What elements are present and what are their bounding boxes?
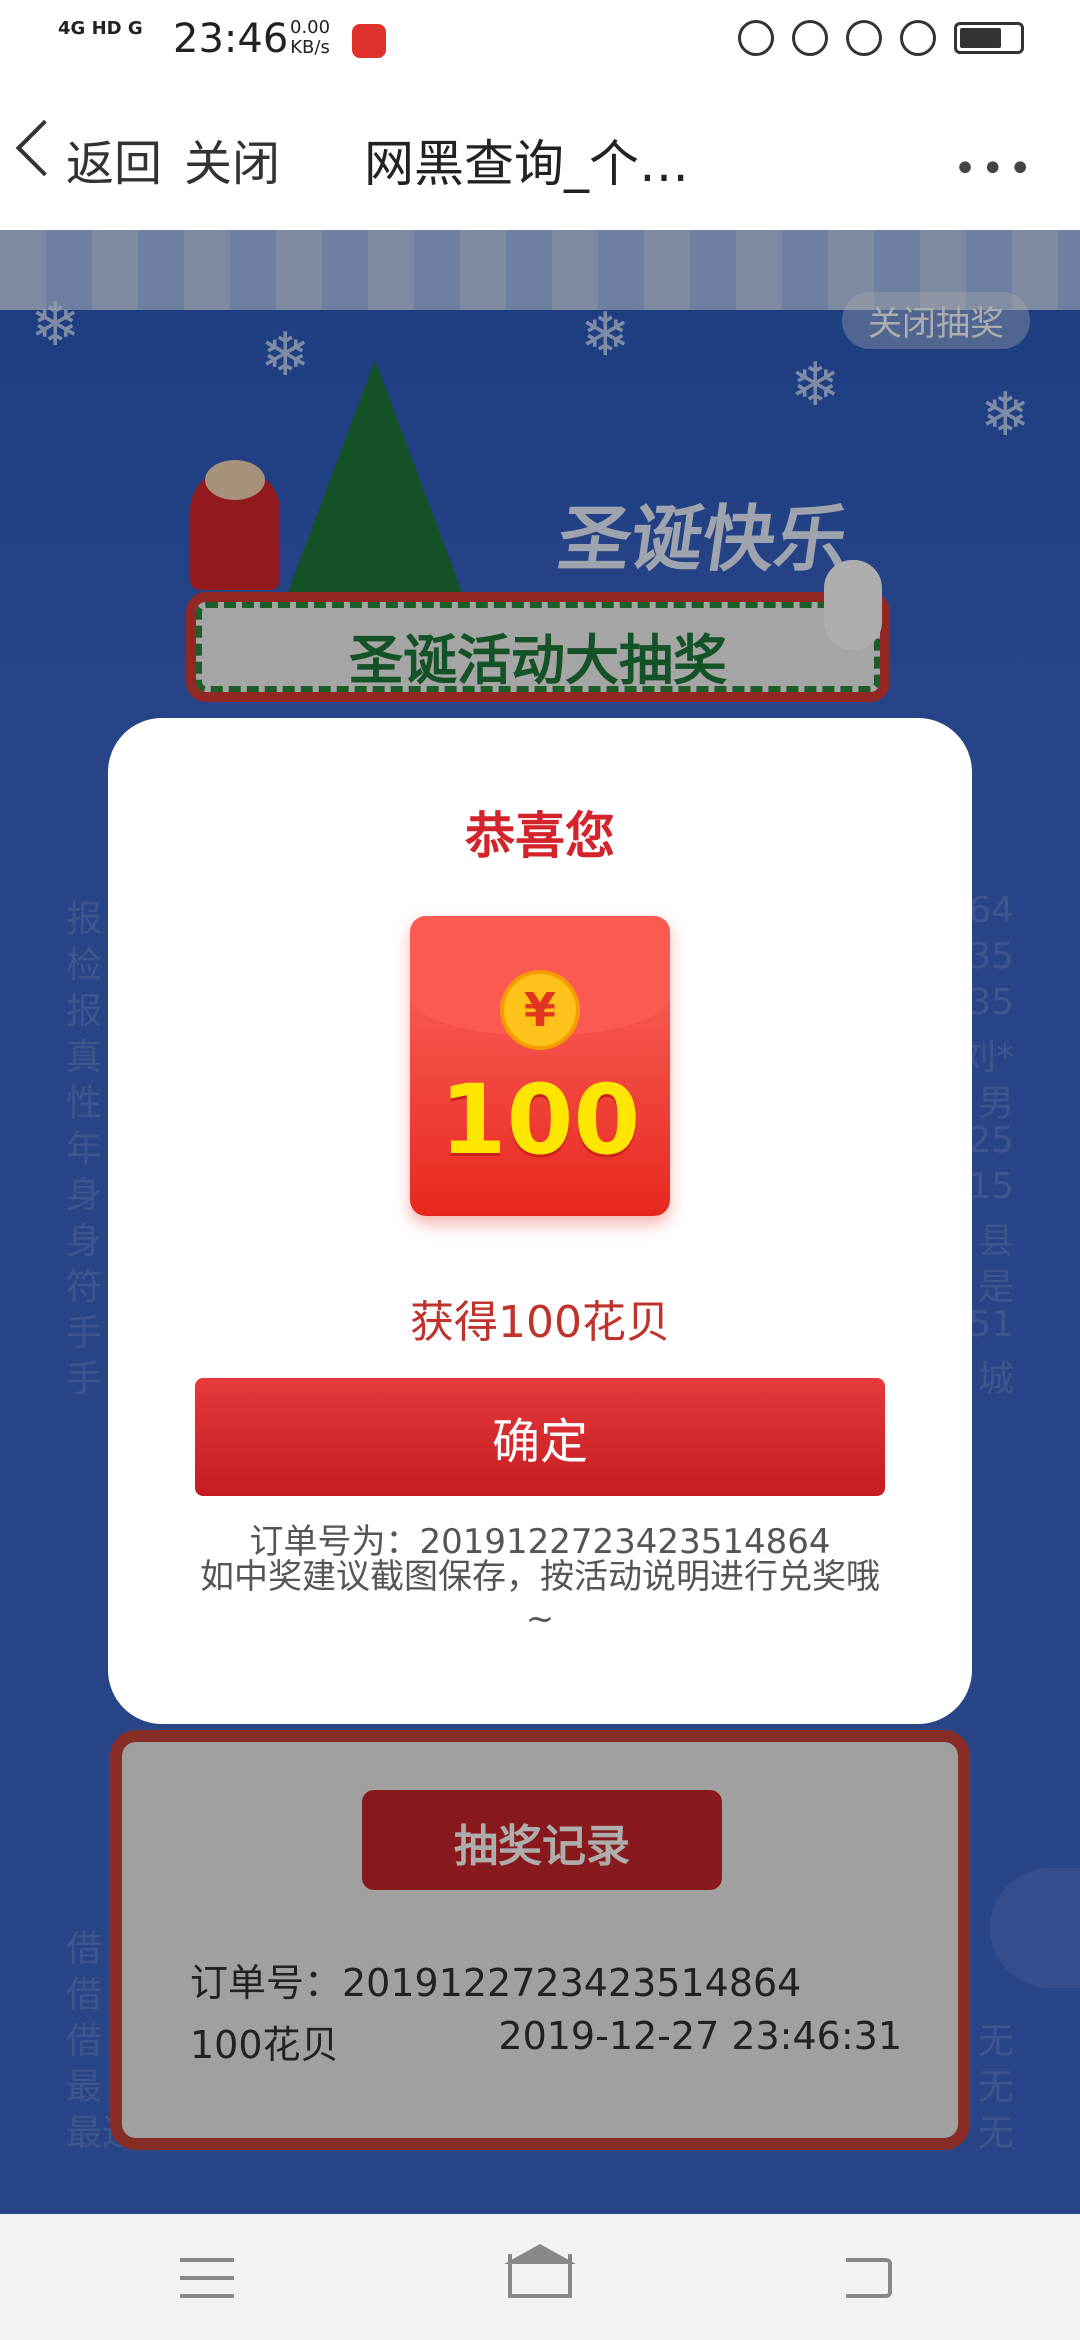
netease-app-icon bbox=[352, 24, 386, 58]
status-bar: 4G HD G 23:46 0.00 KB/s bbox=[0, 0, 1080, 84]
mute-icon bbox=[846, 20, 882, 56]
back-button[interactable]: 返回 bbox=[66, 124, 162, 194]
speed-value: 0.00 bbox=[290, 17, 331, 38]
dialog-title: 恭喜您 bbox=[465, 807, 615, 865]
red-packet-amount: 100 bbox=[439, 1064, 641, 1176]
page-title: 网黑查询_个… bbox=[364, 135, 689, 193]
battery-level bbox=[960, 28, 1001, 48]
battery-icon bbox=[954, 22, 1024, 54]
status-time: 23:46 bbox=[173, 16, 289, 62]
wifi-icon bbox=[900, 20, 936, 56]
network-speed: 0.00 KB/s bbox=[290, 18, 330, 58]
system-nav-bar bbox=[0, 2214, 1080, 2340]
speed-unit: KB/s bbox=[290, 37, 330, 58]
signal-indicator: 4G HD G bbox=[58, 18, 143, 39]
more-options-button[interactable]: ••• bbox=[953, 146, 1036, 192]
yuan-coin-icon: ¥ bbox=[500, 970, 580, 1050]
back-icon[interactable] bbox=[846, 2258, 892, 2298]
screenshot-tip: 如中奖建议截图保存，按活动说明进行兑奖哦~ bbox=[200, 1557, 880, 1639]
bluetooth-icon bbox=[738, 20, 774, 56]
alarm-icon bbox=[792, 20, 828, 56]
menu-icon[interactable] bbox=[180, 2258, 234, 2298]
chevron-left-icon[interactable] bbox=[15, 119, 73, 177]
prize-text: 获得100花贝 bbox=[410, 1297, 670, 1348]
navigation-bar: 返回 关闭 网黑查询_个… ••• bbox=[0, 84, 1080, 231]
prize-dialog: 恭喜您 ¥ 100 获得100花贝 确定 订单号为：20191227234235… bbox=[108, 718, 972, 1724]
confirm-button[interactable]: 确定 bbox=[195, 1378, 885, 1496]
red-packet-icon: ¥ 100 bbox=[410, 916, 670, 1216]
home-icon[interactable] bbox=[508, 2254, 572, 2298]
status-icons bbox=[738, 20, 1024, 56]
close-button[interactable]: 关闭 bbox=[184, 124, 280, 194]
